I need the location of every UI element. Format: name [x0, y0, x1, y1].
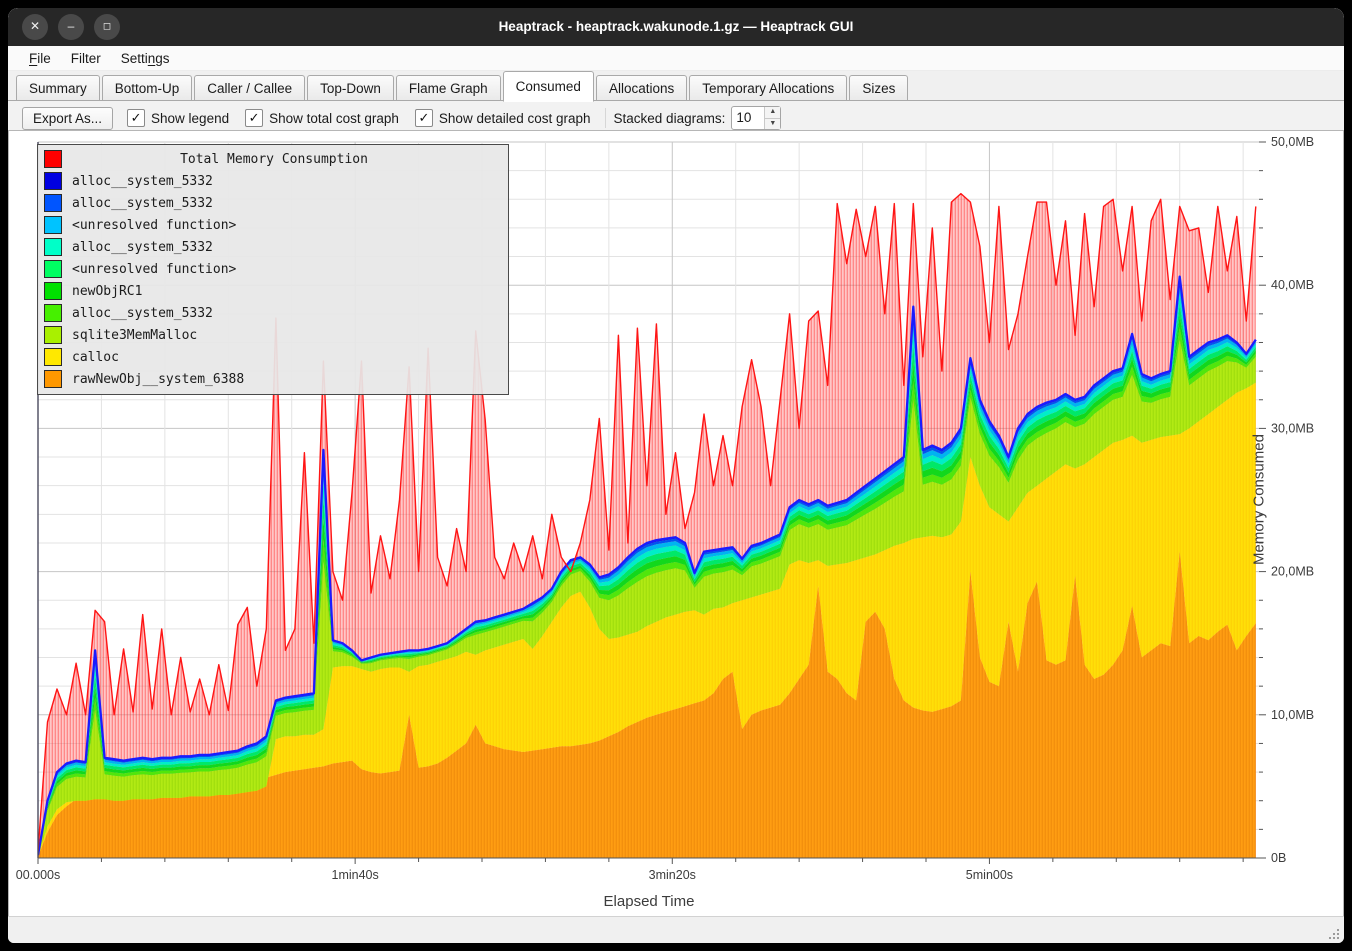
stacked-diagrams-value[interactable]: 10 — [732, 107, 764, 129]
resize-grip-icon[interactable] — [1325, 925, 1339, 939]
tab-flame-graph[interactable]: Flame Graph — [396, 75, 501, 101]
legend-item: <unresolved function> — [38, 258, 508, 280]
y-tick-label: 20,0MB — [1271, 565, 1314, 579]
legend-item: alloc__system_5332 — [38, 192, 508, 214]
legend-item: sqlite3MemMalloc — [38, 324, 508, 346]
legend-label: sqlite3MemMalloc — [72, 328, 197, 343]
status-bar — [8, 916, 1344, 943]
menu-item-filter[interactable]: Filter — [62, 49, 110, 68]
y-axis-title: Memory Consumed — [1251, 420, 1268, 580]
y-tick-label: 30,0MB — [1271, 421, 1314, 435]
stacked-diagrams-stepper[interactable]: 10 ▲ ▼ — [731, 106, 781, 130]
legend-swatch — [44, 238, 62, 256]
legend-swatch — [44, 348, 62, 366]
tab-allocations[interactable]: Allocations — [596, 75, 687, 101]
legend-swatch — [44, 150, 62, 168]
legend-label: calloc — [72, 350, 119, 365]
chart-legend: Total Memory Consumption alloc__system_53… — [37, 144, 509, 395]
title-bar[interactable]: ✕ – ◻ Heaptrack - heaptrack.wakunode.1.g… — [8, 8, 1344, 46]
window-title: Heaptrack - heaptrack.wakunode.1.gz — He… — [8, 8, 1344, 46]
legend-swatch — [44, 282, 62, 300]
checkbox-icon[interactable]: ✓ — [245, 109, 263, 127]
x-axis-title: Elapsed Time — [9, 893, 1289, 910]
y-tick-label: 50,0MB — [1271, 135, 1314, 149]
menu-item-file[interactable]: File — [20, 49, 60, 68]
tab-consumed[interactable]: Consumed — [503, 71, 594, 102]
x-tick-label: 5min00s — [966, 868, 1013, 882]
y-tick-label: 0B — [1271, 851, 1286, 865]
stacked-diagrams-group: Stacked diagrams: 10 ▲ ▼ — [614, 106, 782, 130]
checkbox-label: Show legend — [151, 111, 229, 126]
tab-summary[interactable]: Summary — [16, 75, 100, 101]
legend-swatch — [44, 172, 62, 190]
legend-item: <unresolved function> — [38, 214, 508, 236]
legend-swatch — [44, 370, 62, 388]
x-tick-label: 00.000s — [16, 868, 60, 882]
tab-bar: SummaryBottom-UpCaller / CalleeTop-DownF… — [8, 71, 1344, 101]
legend-swatch — [44, 304, 62, 322]
legend-label: alloc__system_5332 — [72, 174, 213, 189]
legend-item: alloc__system_5332 — [38, 170, 508, 192]
spin-down-icon[interactable]: ▼ — [765, 119, 780, 130]
legend-label: <unresolved function> — [72, 262, 236, 277]
toolbar-separator — [605, 108, 606, 128]
checkbox-icon[interactable]: ✓ — [415, 109, 433, 127]
legend-item: newObjRC1 — [38, 280, 508, 302]
checkbox-label: Show total cost graph — [269, 111, 399, 126]
tab-caller-callee[interactable]: Caller / Callee — [194, 75, 305, 101]
legend-label: alloc__system_5332 — [72, 306, 213, 321]
tab-sizes[interactable]: Sizes — [849, 75, 908, 101]
legend-item: Total Memory Consumption — [38, 148, 508, 170]
checkbox-show-total-cost-graph[interactable]: ✓ Show total cost graph — [245, 109, 399, 127]
stacked-diagrams-label: Stacked diagrams: — [614, 111, 726, 126]
export-as-button[interactable]: Export As... — [22, 107, 113, 130]
legend-label: Total Memory Consumption — [72, 152, 476, 167]
x-tick-label: 1min40s — [332, 868, 379, 882]
memory-chart-panel[interactable]: 00.000s 1min40s 3min20s 5min00s 0B 10,0MB 20,0… — [8, 130, 1344, 917]
tab-bottom-up[interactable]: Bottom-Up — [102, 75, 193, 101]
checkbox-show-detailed-cost-graph[interactable]: ✓ Show detailed cost graph — [415, 109, 591, 127]
checkbox-show-legend[interactable]: ✓ Show legend — [127, 109, 229, 127]
legend-label: <unresolved function> — [72, 218, 236, 233]
legend-label: alloc__system_5332 — [72, 196, 213, 211]
spin-up-icon[interactable]: ▲ — [765, 107, 780, 119]
tab-top-down[interactable]: Top-Down — [307, 75, 394, 101]
checkbox-label: Show detailed cost graph — [439, 111, 591, 126]
legend-item: rawNewObj__system_6388 — [38, 368, 508, 390]
tab-temporary-allocations[interactable]: Temporary Allocations — [689, 75, 847, 101]
legend-item: alloc__system_5332 — [38, 236, 508, 258]
legend-swatch — [44, 194, 62, 212]
checkbox-icon[interactable]: ✓ — [127, 109, 145, 127]
legend-label: alloc__system_5332 — [72, 240, 213, 255]
y-tick-label: 10,0MB — [1271, 708, 1314, 722]
menu-item-settings[interactable]: Settings — [112, 49, 179, 68]
legend-item: alloc__system_5332 — [38, 302, 508, 324]
x-tick-label: 3min20s — [649, 868, 696, 882]
legend-swatch — [44, 326, 62, 344]
legend-label: rawNewObj__system_6388 — [72, 372, 244, 387]
checkbox-group: ✓ Show legend ✓ Show total cost graph ✓ Show … — [127, 109, 591, 127]
legend-item: calloc — [38, 346, 508, 368]
legend-label: newObjRC1 — [72, 284, 142, 299]
legend-swatch — [44, 260, 62, 278]
app-window: ✕ – ◻ Heaptrack - heaptrack.wakunode.1.g… — [8, 8, 1344, 943]
menu-bar: FileFilterSettings — [8, 46, 1344, 71]
y-tick-label: 40,0MB — [1271, 278, 1314, 292]
legend-swatch — [44, 216, 62, 234]
